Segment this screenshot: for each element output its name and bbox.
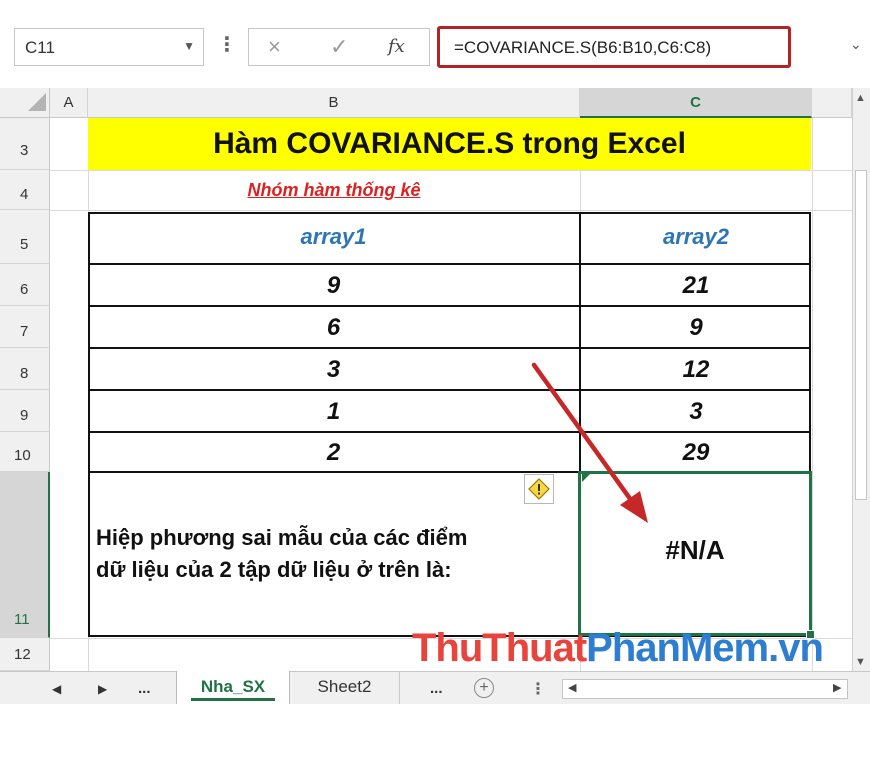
tab-label: Sheet2: [317, 677, 372, 696]
table-row-border: [88, 263, 811, 265]
name-box-value: C11: [25, 38, 55, 57]
expand-formula-bar-icon[interactable]: ⌄: [850, 36, 862, 53]
name-box[interactable]: C11 ▼: [14, 28, 204, 66]
more-sheets-right[interactable]: ...: [430, 680, 443, 697]
scroll-down-arrow-icon[interactable]: ▼: [855, 656, 866, 668]
column-header-c[interactable]: C: [580, 88, 812, 118]
next-sheet-icon[interactable]: ▶: [98, 682, 107, 696]
header-array2[interactable]: array2: [581, 224, 811, 250]
table-row-border: [88, 389, 811, 391]
watermark-part2: PhanMem.vn: [586, 626, 824, 670]
row-header-12[interactable]: 12: [0, 638, 50, 671]
gridline: [812, 118, 813, 671]
table-row-border: [88, 305, 811, 307]
tab-nha-sx[interactable]: Nha_SX: [176, 671, 290, 704]
row-header-8[interactable]: 8: [0, 348, 50, 390]
insert-function-icon[interactable]: fx: [388, 36, 405, 57]
row-header-11[interactable]: 11: [0, 472, 50, 638]
scroll-left-arrow-icon[interactable]: ◀: [568, 681, 576, 694]
formula-input[interactable]: =COVARIANCE.S(B6:B10,C6:C8): [437, 26, 791, 68]
cell-array2-value[interactable]: 9: [581, 314, 811, 342]
gridline: [50, 170, 852, 171]
cancel-icon[interactable]: ×: [268, 34, 281, 60]
row-header-10[interactable]: 10: [0, 432, 50, 472]
watermark-part1: ThuThuat: [412, 626, 587, 670]
row-header-4[interactable]: 4: [0, 170, 50, 210]
tab-label: Nha_SX: [200, 677, 266, 696]
enter-icon[interactable]: ✓: [330, 34, 348, 60]
formula-bar-resize-handle[interactable]: ⋮: [217, 32, 237, 57]
add-sheet-icon[interactable]: +: [474, 678, 494, 698]
active-tab-indicator: [191, 698, 275, 701]
watermark-logo: ThuThuatPhanMem.vn: [412, 624, 824, 672]
cell-array1-value[interactable]: 1: [88, 398, 579, 426]
scroll-right-arrow-icon[interactable]: ▶: [833, 681, 841, 694]
select-all-triangle-icon: [28, 93, 46, 111]
gridline: [50, 210, 852, 211]
cell-array1-value[interactable]: 2: [88, 439, 579, 467]
column-header-b[interactable]: B: [88, 88, 580, 118]
cell-array1-value[interactable]: 9: [88, 272, 579, 300]
horizontal-scroll-thumb[interactable]: [586, 682, 756, 696]
description-line: Hiệp phương sai mẫu của các điểm: [96, 525, 468, 550]
cell-array2-value[interactable]: 21: [581, 272, 811, 300]
row-header-3[interactable]: 3: [0, 118, 50, 170]
description-cell[interactable]: Hiệp phương sai mẫu của các điểm dữ liệu…: [96, 522, 566, 586]
scroll-up-arrow-icon[interactable]: ▲: [855, 92, 866, 104]
tab-sheet2[interactable]: Sheet2: [290, 671, 400, 704]
row-header-7[interactable]: 7: [0, 306, 50, 348]
cell-array1-value[interactable]: 3: [88, 356, 579, 384]
more-sheets-left[interactable]: ...: [138, 680, 151, 697]
column-header-d[interactable]: [812, 88, 852, 118]
tab-splitter-handle[interactable]: ⋮: [530, 679, 546, 699]
prev-sheet-icon[interactable]: ◀: [52, 682, 61, 696]
name-box-dropdown-icon[interactable]: ▼: [183, 39, 195, 53]
annotation-arrow-icon: [531, 362, 648, 523]
header-array1[interactable]: array1: [88, 224, 579, 250]
table-row-border: [88, 347, 811, 349]
formula-text: =COVARIANCE.S(B6:B10,C6:C8): [454, 38, 712, 57]
column-header-a[interactable]: A: [50, 88, 88, 118]
sheet-title[interactable]: Hàm COVARIANCE.S trong Excel: [88, 118, 811, 170]
sheet-subtitle[interactable]: Nhóm hàm thống kê: [88, 172, 580, 208]
table-row-border: [88, 431, 811, 433]
cell-array1-value[interactable]: 6: [88, 314, 579, 342]
vertical-scroll-thumb[interactable]: [855, 170, 867, 500]
row-header-6[interactable]: 6: [0, 264, 50, 306]
row-header-5[interactable]: 5: [0, 210, 50, 264]
description-line: dữ liệu của 2 tập dữ liệu ở trên là:: [96, 557, 452, 582]
row-header-9[interactable]: 9: [0, 390, 50, 432]
